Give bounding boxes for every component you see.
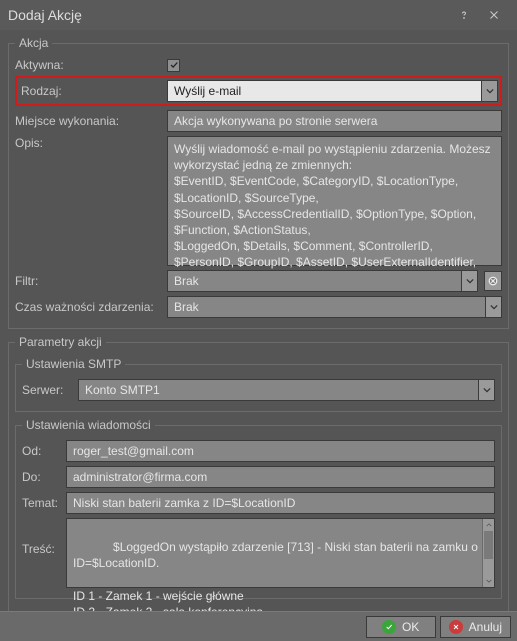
kind-label: Rodzaj:	[19, 84, 163, 98]
window-title: Dodaj Akcję	[8, 7, 449, 23]
row-body: Treść: $LoggedOn wystąpiło zdarzenie [71…	[22, 518, 495, 588]
row-from: Od: roger_test@gmail.com	[22, 440, 495, 462]
kind-value: Wyślij e-mail	[167, 80, 482, 102]
section-smtp: Ustawienia SMTP Serwer: Konto SMTP1	[15, 357, 502, 412]
filter-value: Brak	[167, 270, 462, 292]
body-text: $LoggedOn wystąpiło zdarzenie [713] - Ni…	[73, 540, 481, 611]
server-label: Serwer:	[22, 383, 74, 397]
subject-input[interactable]: Niski stan baterii zamka z ID=$LocationI…	[66, 492, 495, 514]
dialog-window: Dodaj Akcję Akcja Aktywna: Rodzaj: Wyśli…	[0, 0, 517, 641]
section-smtp-legend: Ustawienia SMTP	[22, 357, 125, 371]
validity-value: Brak	[167, 296, 486, 318]
section-action-legend: Akcja	[15, 36, 52, 50]
location-value: Akcja wykonywana po stronie serwera	[167, 110, 502, 132]
row-to: Do: administrator@firma.com	[22, 466, 495, 488]
desc-label: Opis:	[15, 136, 163, 150]
titlebar: Dodaj Akcję	[0, 0, 517, 30]
section-params: Parametry akcji Ustawienia SMTP Serwer: …	[8, 335, 509, 611]
row-validity: Czas ważności zdarzenia: Brak	[15, 296, 502, 318]
from-input[interactable]: roger_test@gmail.com	[66, 440, 495, 462]
subject-label: Temat:	[22, 496, 62, 510]
footer: OK Anuluj	[0, 611, 517, 641]
server-dropdown[interactable]	[479, 379, 495, 401]
to-label: Do:	[22, 470, 62, 484]
section-action: Akcja Aktywna: Rodzaj: Wyślij e-mail Mie…	[8, 36, 509, 329]
row-subject: Temat: Niski stan baterii zamka z ID=$Lo…	[22, 492, 495, 514]
from-label: Od:	[22, 444, 62, 458]
filter-dropdown[interactable]	[462, 270, 478, 292]
section-message: Ustawienia wiadomości Od: roger_test@gma…	[15, 418, 502, 599]
filter-clear-button[interactable]	[484, 271, 502, 291]
row-active: Aktywna:	[15, 58, 502, 72]
body-scrollbar[interactable]	[482, 519, 494, 587]
desc-value: Wyślij wiadomość e-mail po wystąpieniu z…	[167, 136, 502, 266]
location-label: Miejsce wykonania:	[15, 114, 163, 128]
cancel-label: Anuluj	[469, 620, 502, 634]
filter-label: Filtr:	[15, 274, 163, 288]
ok-button[interactable]: OK	[366, 616, 436, 638]
scroll-down-icon[interactable]	[483, 575, 494, 587]
row-filter: Filtr: Brak	[15, 270, 502, 292]
filter-combo[interactable]: Brak	[167, 270, 478, 292]
server-value: Konto SMTP1	[78, 379, 479, 401]
scroll-up-icon[interactable]	[483, 519, 494, 531]
ok-label: OK	[402, 620, 419, 634]
row-server: Serwer: Konto SMTP1	[22, 379, 495, 401]
check-icon	[382, 620, 396, 634]
close-button[interactable]	[479, 0, 509, 30]
cancel-button[interactable]: Anuluj	[440, 616, 511, 638]
body-label: Treść:	[22, 518, 62, 556]
validity-dropdown[interactable]	[486, 296, 502, 318]
section-message-legend: Ustawienia wiadomości	[22, 418, 155, 432]
cancel-icon	[449, 620, 463, 634]
validity-label: Czas ważności zdarzenia:	[15, 300, 163, 314]
scroll-thumb[interactable]	[484, 531, 493, 559]
active-label: Aktywna:	[15, 58, 163, 72]
to-input[interactable]: administrator@firma.com	[66, 466, 495, 488]
server-combo[interactable]: Konto SMTP1	[78, 379, 495, 401]
body-input[interactable]: $LoggedOn wystąpiło zdarzenie [713] - Ni…	[66, 518, 495, 588]
validity-combo[interactable]: Brak	[167, 296, 502, 318]
kind-combo[interactable]: Wyślij e-mail	[167, 80, 498, 102]
section-params-legend: Parametry akcji	[15, 335, 106, 349]
row-kind: Rodzaj: Wyślij e-mail	[15, 76, 502, 106]
row-desc: Opis: Wyślij wiadomość e-mail po wystąpi…	[15, 136, 502, 266]
kind-dropdown[interactable]	[482, 80, 498, 102]
dialog-body: Akcja Aktywna: Rodzaj: Wyślij e-mail Mie…	[0, 30, 517, 611]
row-location: Miejsce wykonania: Akcja wykonywana po s…	[15, 110, 502, 132]
active-checkbox[interactable]	[167, 59, 180, 72]
help-button[interactable]	[449, 0, 479, 30]
